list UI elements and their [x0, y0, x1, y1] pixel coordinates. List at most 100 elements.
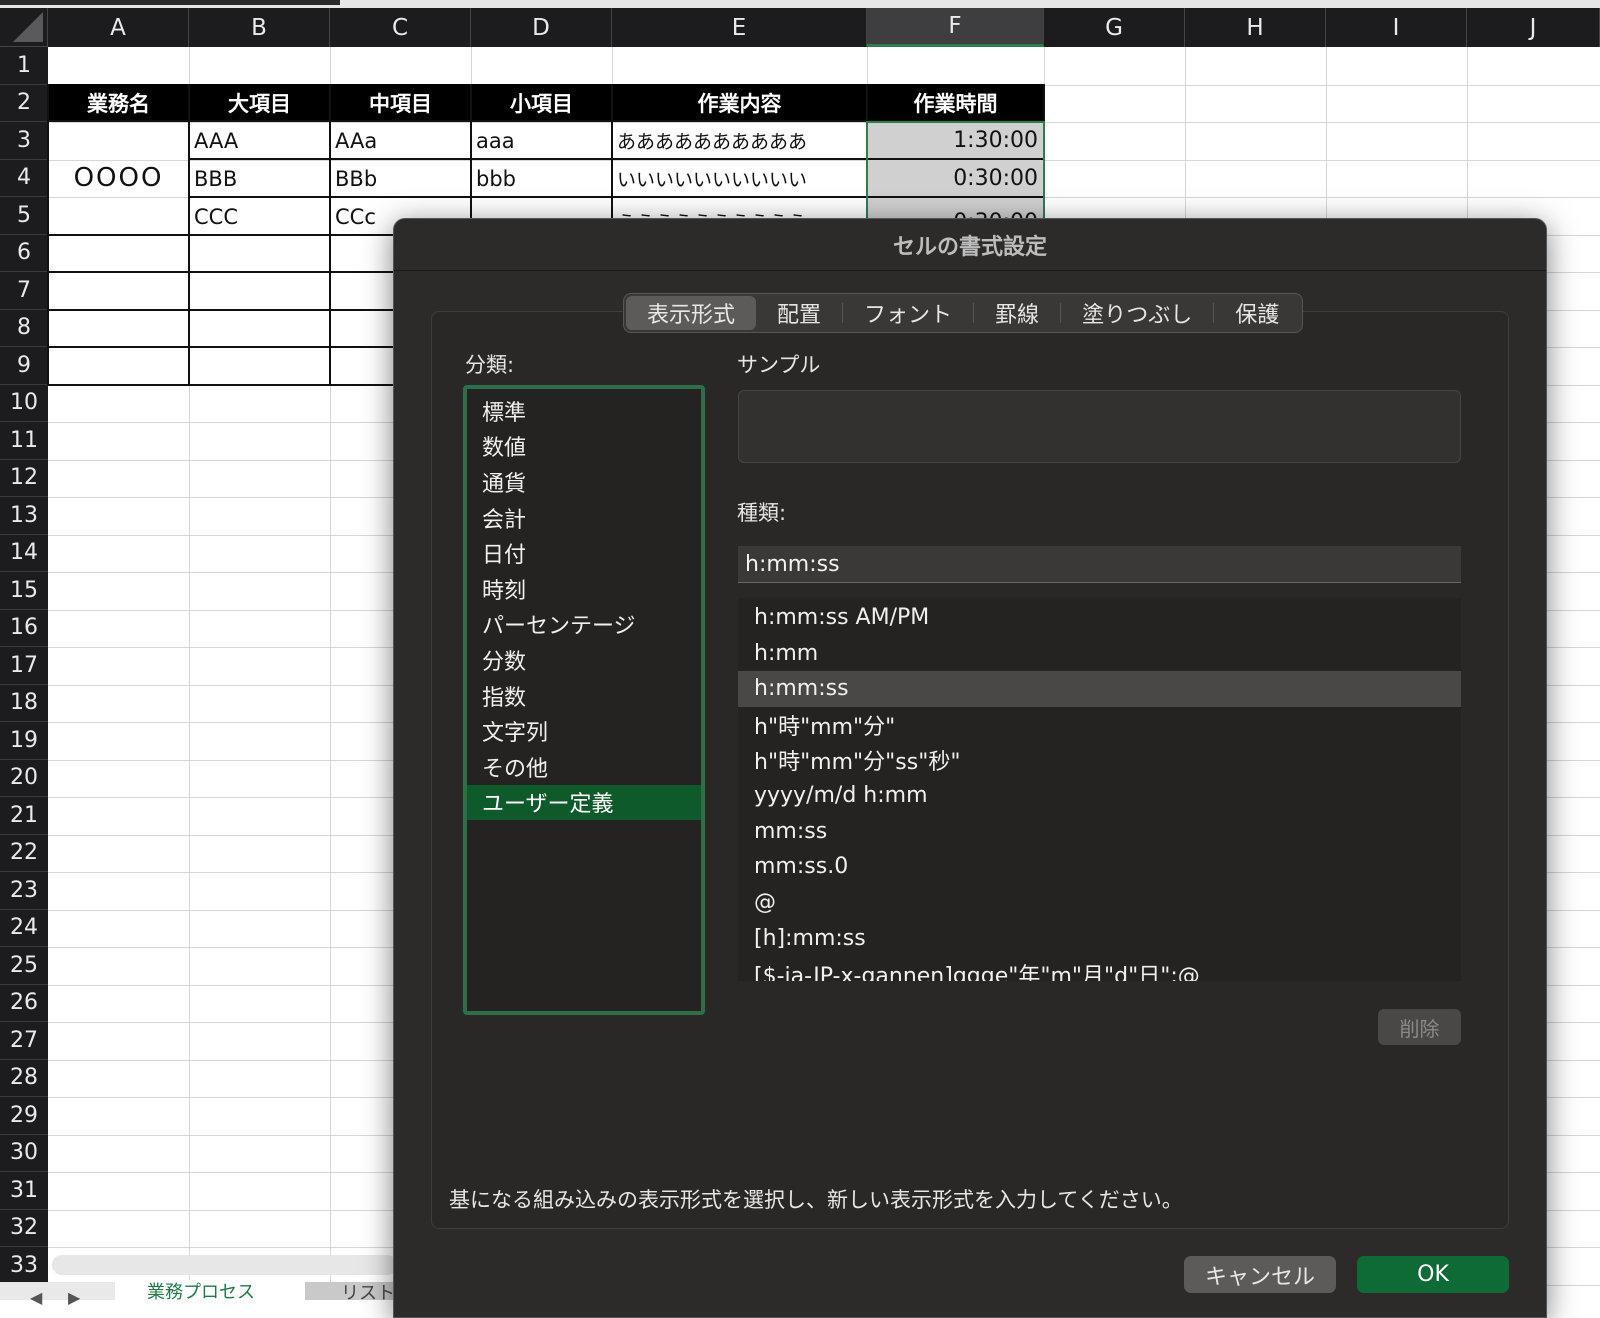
column-header-j[interactable]: J [1467, 8, 1600, 47]
row-header-26[interactable]: 26 [0, 984, 48, 1022]
row-header-22[interactable]: 22 [0, 834, 48, 872]
tab-fill[interactable]: 塗りつぶし [1061, 296, 1213, 330]
column-header-g[interactable]: G [1044, 8, 1185, 47]
cell-c4[interactable]: BBb [330, 160, 471, 197]
cell-d3[interactable]: aaa [471, 122, 612, 159]
cell-b5[interactable]: CCC [189, 198, 330, 235]
format-item[interactable]: h"時"mm"分"ss"秒" [738, 742, 1461, 778]
format-item[interactable]: [$-ja-JP-x-gannen]ggge"年"m"月"d"日";@ [738, 956, 1461, 981]
row-header-3[interactable]: 3 [0, 122, 48, 160]
format-item[interactable]: mm:ss [738, 814, 1461, 850]
format-item[interactable]: [h]:mm:ss [738, 920, 1461, 956]
category-item[interactable]: 数値 [467, 429, 701, 465]
cell-d4[interactable]: bbb [471, 160, 612, 197]
tab-border[interactable]: 罫線 [974, 296, 1060, 330]
row-header-32[interactable]: 32 [0, 1209, 48, 1247]
category-item[interactable]: パーセンテージ [467, 607, 701, 643]
column-header-b[interactable]: B [189, 8, 330, 47]
format-item[interactable]: @ [738, 885, 1461, 921]
category-item[interactable]: 通貨 [467, 464, 701, 500]
row-header-24[interactable]: 24 [0, 909, 48, 947]
tab-alignment[interactable]: 配置 [756, 296, 842, 330]
header-cell-minor[interactable]: 小項目 [471, 84, 612, 121]
cell-e4[interactable]: いいいいいいいいいい [612, 160, 867, 197]
horizontal-scrollbar[interactable] [52, 1255, 397, 1275]
column-header-c[interactable]: C [330, 8, 471, 47]
column-header-i[interactable]: I [1326, 8, 1467, 47]
cell-c3[interactable]: AAa [330, 122, 471, 159]
row-header-15[interactable]: 15 [0, 572, 48, 610]
cell-e3[interactable]: ああああああああああ [612, 122, 867, 159]
delete-button[interactable]: 削除 [1378, 1009, 1461, 1045]
header-cell-task[interactable]: 業務名 [48, 84, 189, 121]
sheet-tab-list[interactable]: リスト [305, 1282, 395, 1300]
cancel-button[interactable]: キャンセル [1184, 1256, 1336, 1293]
row-header-14[interactable]: 14 [0, 534, 48, 572]
ok-button[interactable]: OK [1357, 1256, 1509, 1293]
row-header-6[interactable]: 6 [0, 234, 48, 272]
cell-b4[interactable]: BBB [189, 160, 330, 197]
row-header-13[interactable]: 13 [0, 497, 48, 535]
tab-number-format[interactable]: 表示形式 [626, 296, 757, 330]
category-item-custom[interactable]: ユーザー定義 [467, 784, 701, 821]
format-type-input[interactable] [738, 546, 1461, 583]
tab-next-icon[interactable]: ▶ [68, 1288, 80, 1307]
column-header-a[interactable]: A [48, 8, 189, 47]
row-header-27[interactable]: 27 [0, 1022, 48, 1060]
header-cell-content[interactable]: 作業内容 [612, 84, 867, 121]
category-item[interactable]: 分数 [467, 642, 701, 678]
header-cell-middle[interactable]: 中項目 [330, 84, 471, 121]
row-header-30[interactable]: 30 [0, 1134, 48, 1172]
row-header-11[interactable]: 11 [0, 422, 48, 460]
category-list[interactable]: 標準 数値 通貨 会計 日付 時刻 パーセンテージ 分数 指数 文字列 その他 … [463, 385, 705, 1015]
row-header-29[interactable]: 29 [0, 1097, 48, 1135]
row-header-2[interactable]: 2 [0, 84, 48, 122]
column-header-d[interactable]: D [471, 8, 612, 47]
task-name-cell[interactable]: OOOO [48, 122, 189, 234]
category-item[interactable]: その他 [467, 749, 701, 785]
category-item[interactable]: 指数 [467, 678, 701, 714]
category-item[interactable]: 文字列 [467, 713, 701, 749]
format-item-selected[interactable]: h:mm:ss [738, 671, 1461, 707]
row-header-16[interactable]: 16 [0, 609, 48, 647]
row-header-12[interactable]: 12 [0, 459, 48, 497]
column-header-f[interactable]: F [867, 8, 1044, 47]
tab-font[interactable]: フォント [843, 296, 973, 330]
row-header-5[interactable]: 5 [0, 197, 48, 235]
select-all-corner[interactable] [0, 8, 48, 47]
category-item[interactable]: 日付 [467, 535, 701, 571]
tab-prev-icon[interactable]: ◀ [30, 1288, 42, 1307]
row-header-31[interactable]: 31 [0, 1172, 48, 1210]
format-item[interactable]: h:mm [738, 636, 1461, 672]
column-header-e[interactable]: E [612, 8, 867, 47]
category-item[interactable]: 会計 [467, 500, 701, 536]
row-header-19[interactable]: 19 [0, 722, 48, 760]
row-header-7[interactable]: 7 [0, 272, 48, 310]
row-header-17[interactable]: 17 [0, 647, 48, 685]
row-header-21[interactable]: 21 [0, 797, 48, 835]
row-header-1[interactable]: 1 [0, 47, 48, 85]
row-header-28[interactable]: 28 [0, 1059, 48, 1097]
row-header-9[interactable]: 9 [0, 347, 48, 385]
row-header-25[interactable]: 25 [0, 947, 48, 985]
row-header-4[interactable]: 4 [0, 159, 48, 197]
row-header-20[interactable]: 20 [0, 759, 48, 797]
sheet-tab-process[interactable]: 業務プロセス [115, 1280, 305, 1300]
category-item[interactable]: 標準 [467, 393, 701, 429]
format-item[interactable]: h:mm:ss AM/PM [738, 600, 1461, 636]
tab-protection[interactable]: 保護 [1214, 296, 1300, 330]
row-header-18[interactable]: 18 [0, 684, 48, 722]
cell-b3[interactable]: AAA [189, 122, 330, 159]
header-cell-major[interactable]: 大項目 [189, 84, 330, 121]
format-item[interactable]: mm:ss.0 [738, 849, 1461, 885]
row-header-23[interactable]: 23 [0, 872, 48, 910]
format-list[interactable]: h:mm:ss AM/PM h:mm h:mm:ss h"時"mm"分" h"時… [738, 598, 1461, 981]
column-header-h[interactable]: H [1185, 8, 1326, 47]
format-item[interactable]: h"時"mm"分" [738, 707, 1461, 743]
row-header-33[interactable]: 33 [0, 1247, 48, 1285]
row-header-8[interactable]: 8 [0, 309, 48, 347]
row-header-10[interactable]: 10 [0, 384, 48, 422]
category-item[interactable]: 時刻 [467, 571, 701, 607]
format-item[interactable]: yyyy/m/d h:mm [738, 778, 1461, 814]
header-cell-time[interactable]: 作業時間 [867, 84, 1044, 121]
